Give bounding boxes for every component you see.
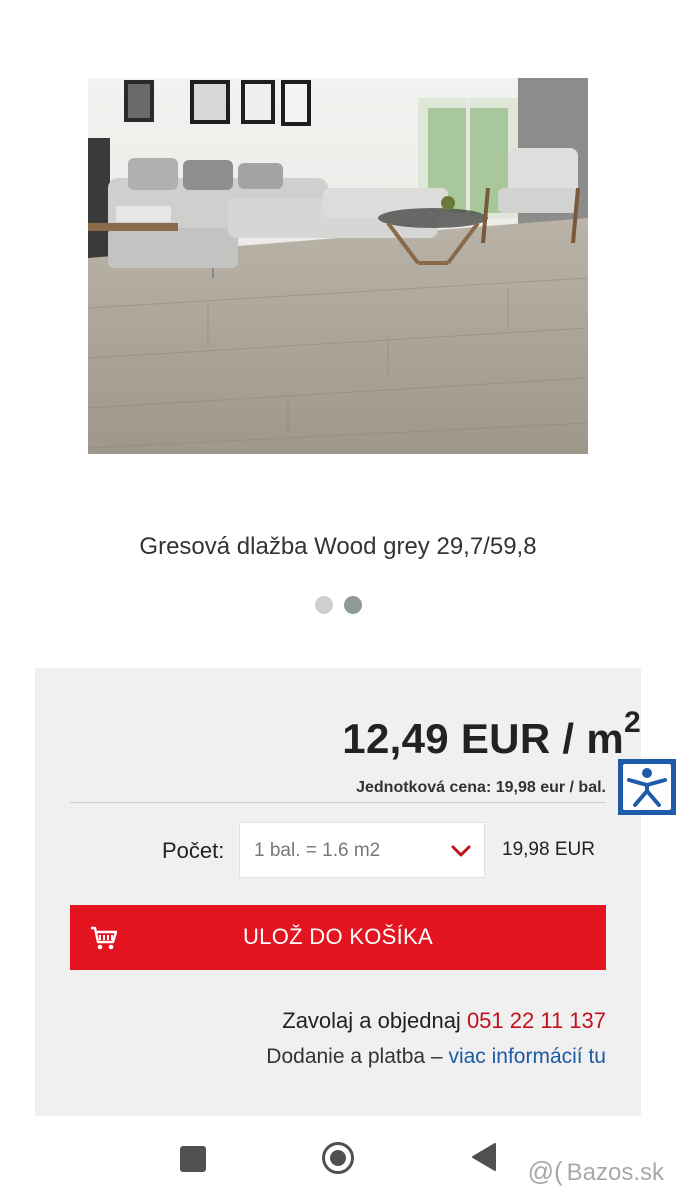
price-main: 12,49 EUR / m bbox=[342, 715, 624, 762]
carousel-dot-2[interactable] bbox=[343, 596, 362, 614]
product-image[interactable] bbox=[88, 78, 588, 454]
product-title: Gresová dlažba Wood grey 29,7/59,8 bbox=[139, 533, 537, 560]
recents-button[interactable] bbox=[180, 1146, 206, 1172]
back-button[interactable] bbox=[470, 1142, 498, 1176]
delivery-info: Dodanie a platba – viac informácií tu bbox=[266, 1045, 606, 1069]
add-to-cart-label: ULOŽ DO KOŠÍKA bbox=[242, 924, 434, 949]
price: 12,49 EUR / m2 bbox=[342, 706, 641, 763]
divider bbox=[70, 802, 606, 803]
watermark-logo-icon: @( bbox=[527, 1156, 563, 1186]
phone-link[interactable]: 051 22 11 137 bbox=[467, 1008, 606, 1033]
delivery-text: Dodanie a platba – bbox=[266, 1045, 449, 1068]
quantity-select-value: 1 bal. = 1.6 m2 bbox=[254, 840, 381, 861]
living-room-photo bbox=[88, 78, 588, 454]
quantity-total: 19,98 EUR bbox=[502, 839, 595, 860]
watermark-text: Bazos.sk bbox=[566, 1159, 664, 1186]
call-to-order: Zavolaj a objednaj 051 22 11 137 bbox=[282, 1008, 606, 1034]
accessibility-button[interactable] bbox=[618, 759, 676, 815]
quantity-label: Počet: bbox=[162, 838, 225, 863]
call-text: Zavolaj a objednaj bbox=[282, 1008, 467, 1033]
carousel-indicators bbox=[0, 596, 676, 614]
unit-price: Jednotková cena: 19,98 eur / bal. bbox=[356, 779, 606, 796]
accessibility-icon bbox=[623, 764, 671, 810]
price-unit-sup: 2 bbox=[624, 706, 641, 739]
watermark: @(Bazos.sk bbox=[528, 1156, 664, 1187]
add-to-cart-button[interactable]: ULOŽ DO KOŠÍKA bbox=[70, 905, 606, 970]
home-button[interactable] bbox=[321, 1141, 355, 1179]
chevron-down-icon bbox=[450, 843, 472, 862]
delivery-info-link[interactable]: viac informácií tu bbox=[448, 1045, 606, 1068]
quantity-select[interactable]: 1 bal. = 1.6 m2 bbox=[239, 822, 485, 878]
carousel-dot-1[interactable] bbox=[314, 596, 333, 614]
